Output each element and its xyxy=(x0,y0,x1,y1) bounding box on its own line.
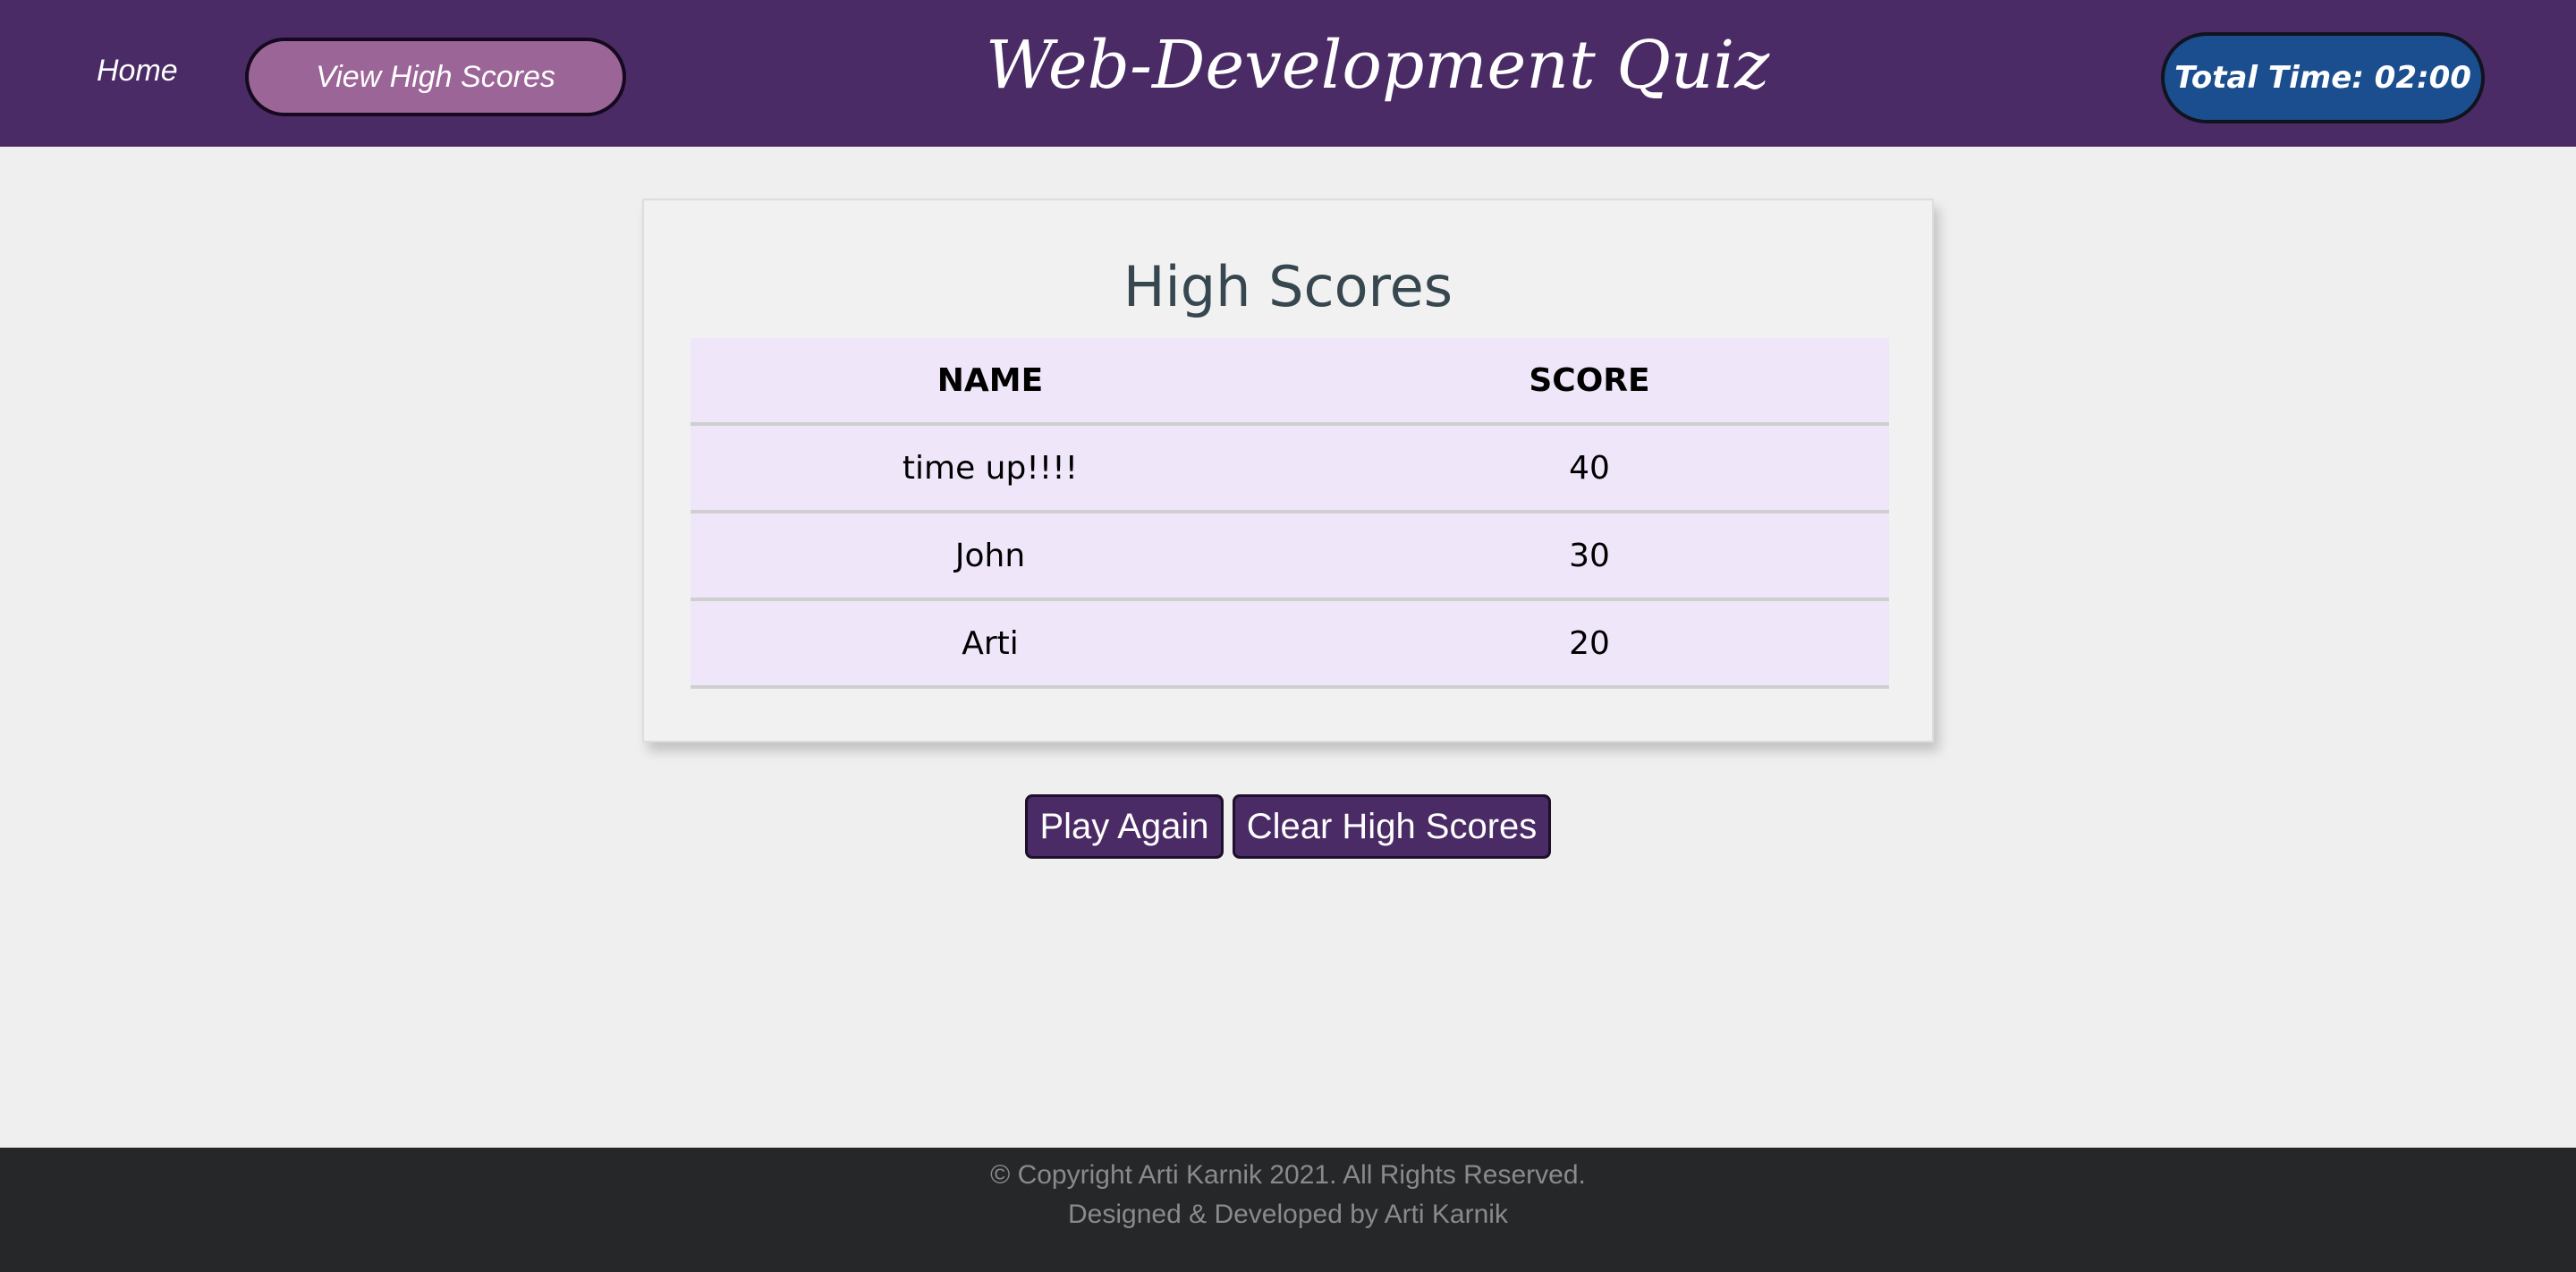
footer: © Copyright Arti Karnik 2021. All Rights… xyxy=(0,1148,2576,1272)
view-high-scores-button[interactable]: View High Scores xyxy=(245,38,626,116)
credit-text: Designed & Developed by Arti Karnik xyxy=(1068,1200,1508,1229)
column-header-score: SCORE xyxy=(1290,338,1889,426)
high-scores-title: High Scores xyxy=(1123,254,1453,319)
score-cell: 20 xyxy=(1290,599,1889,689)
score-cell: 40 xyxy=(1290,424,1889,513)
home-link[interactable]: Home xyxy=(97,54,178,89)
table-row: time up!!!! 40 xyxy=(691,424,1889,513)
top-nav-bar: Home View High Scores Web-Development Qu… xyxy=(0,0,2576,147)
player-name-cell: Arti xyxy=(691,599,1290,689)
play-again-button[interactable]: Play Again xyxy=(1025,794,1224,859)
clear-high-scores-button[interactable]: Clear High Scores xyxy=(1233,794,1551,859)
score-cell: 30 xyxy=(1290,512,1889,601)
player-name-cell: John xyxy=(691,512,1290,601)
high-scores-card: High Scores NAME SCORE time up!!!! 40 Jo… xyxy=(642,199,1934,742)
page: Home View High Scores Web-Development Qu… xyxy=(0,0,2576,1272)
table-row: John 30 xyxy=(691,512,1889,601)
player-name-cell: time up!!!! xyxy=(691,424,1290,513)
site-title: Web-Development Quiz xyxy=(985,27,1770,104)
action-buttons: Play Again Clear High Scores xyxy=(0,794,2576,859)
high-scores-table: NAME SCORE time up!!!! 40 John 30 Arti 2… xyxy=(691,338,1889,689)
copyright-text: © Copyright Arti Karnik 2021. All Rights… xyxy=(990,1160,1586,1190)
column-header-name: NAME xyxy=(691,338,1290,426)
table-header-row: NAME SCORE xyxy=(691,338,1889,426)
table-row: Arti 20 xyxy=(691,599,1889,689)
timer-badge: Total Time: 02:00 xyxy=(2161,32,2485,123)
